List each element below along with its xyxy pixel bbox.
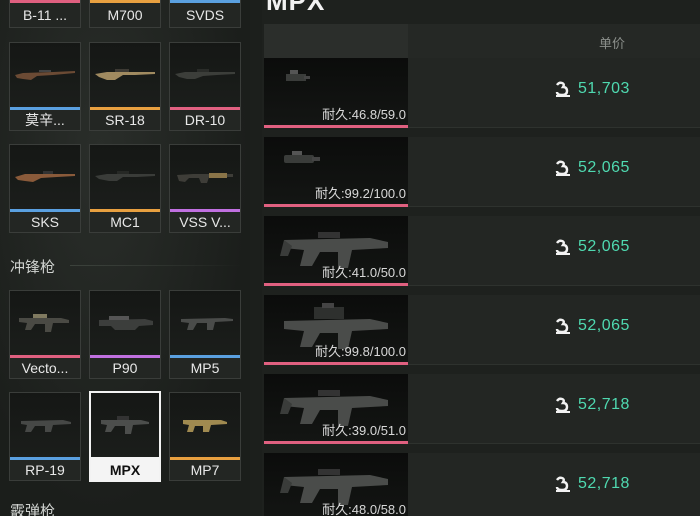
smg-icon	[91, 393, 159, 457]
price-column-header: 单价	[598, 36, 625, 51]
smg-icon	[90, 291, 160, 355]
durability-text: 耐久:48.0/58.0	[322, 502, 406, 516]
weapon-card-label: DR-10	[170, 110, 240, 130]
durability-text: 耐久:39.0/51.0	[322, 423, 406, 438]
smg-icon	[170, 393, 240, 457]
rarity-bar	[264, 362, 408, 365]
category-divider	[70, 265, 242, 266]
listing-thumbnail: 耐久:46.8/59.0	[264, 58, 408, 128]
rifle-icon	[90, 145, 160, 209]
price-amount: 52,065	[578, 238, 630, 255]
currency-coin-icon	[555, 239, 570, 255]
listing-thumbnail: 耐久:39.0/51.0	[264, 374, 408, 444]
listing-thumbnail: 耐久:99.8/100.0	[264, 295, 408, 365]
rarity-bar	[264, 283, 408, 286]
price-amount: 51,703	[578, 80, 630, 97]
weapon-card-m700[interactable]: M700	[89, 0, 161, 28]
durability-text: 耐久:41.0/50.0	[322, 265, 406, 280]
currency-coin-icon	[555, 81, 570, 97]
listing-row[interactable]: 耐久:41.0/50.0 52,065	[264, 216, 700, 286]
weapon-card-p90[interactable]: P90	[89, 290, 161, 379]
weapon-card-label: 莫辛...	[10, 110, 80, 130]
weapon-icon	[278, 143, 328, 178]
weapon-category-panel: B-11 ... M700 SVDS 莫辛... SR-18 DR-10 SKS…	[0, 0, 250, 516]
weapon-icon	[278, 64, 318, 99]
smg-icon	[10, 393, 80, 457]
weapon-card-svds[interactable]: SVDS	[169, 0, 241, 28]
weapon-card-label: M700	[90, 3, 160, 27]
page-title: MPX	[266, 0, 326, 16]
listing-thumbnail: 耐久:48.0/58.0	[264, 453, 408, 516]
listing-row[interactable]: 耐久:48.0/58.0 52,718	[264, 453, 700, 516]
rarity-bar	[264, 125, 408, 128]
listing-price: 52,065	[554, 238, 630, 256]
weapon-card-label: P90	[90, 358, 160, 378]
listing-thumbnail: 耐久:41.0/50.0	[264, 216, 408, 286]
weapon-card-rp19[interactable]: RP-19	[9, 392, 81, 481]
weapon-card-mp5[interactable]: MP5	[169, 290, 241, 379]
rarity-bar	[264, 204, 408, 207]
durability-text: 耐久:99.2/100.0	[314, 186, 406, 201]
weapon-card-label: MP7	[170, 460, 240, 480]
weapon-card-mc1[interactable]: MC1	[89, 144, 161, 233]
listing-row[interactable]: 耐久:99.8/100.0 52,065	[264, 295, 700, 365]
listing-row[interactable]: 耐久:39.0/51.0 52,718	[264, 374, 700, 444]
weapon-card-label: RP-19	[10, 460, 80, 480]
rifle-icon	[10, 43, 80, 107]
weapon-card-sks[interactable]: SKS	[9, 144, 81, 233]
weapon-card-b11[interactable]: B-11 ...	[9, 0, 81, 28]
listing-thumbnail: 耐久:99.2/100.0	[264, 137, 408, 207]
currency-coin-icon	[555, 160, 570, 176]
listing-header: 单价	[264, 24, 700, 58]
durability-text: 耐久:99.8/100.0	[314, 344, 406, 359]
listing-price: 52,718	[554, 475, 630, 493]
durability-text: 耐久:46.8/59.0	[322, 107, 406, 122]
weapon-card-mosin[interactable]: 莫辛...	[9, 42, 81, 131]
weapon-card-label: SVDS	[170, 3, 240, 27]
weapon-card-mpx[interactable]: MPX	[89, 391, 161, 482]
weapon-card-label: MP5	[170, 358, 240, 378]
weapon-card-sr18[interactable]: SR-18	[89, 42, 161, 131]
weapon-card-label: MC1	[90, 212, 160, 232]
rifle-icon	[90, 43, 160, 107]
weapon-card-label: SKS	[10, 212, 80, 232]
weapon-card-label: SR-18	[90, 110, 160, 130]
weapon-card-label: MPX	[91, 460, 159, 480]
currency-coin-icon	[555, 318, 570, 334]
listing-row[interactable]: 耐久:46.8/59.0 51,703	[264, 58, 700, 128]
rarity-bar	[264, 441, 408, 444]
smg-icon	[10, 291, 80, 355]
currency-coin-icon	[555, 397, 570, 413]
weapon-card-label: VSS V...	[170, 212, 240, 232]
weapon-card-vss[interactable]: VSS V...	[169, 144, 241, 233]
listing-row[interactable]: 耐久:99.2/100.0 52,065	[264, 137, 700, 207]
category-label-smg: 冲锋枪	[10, 259, 56, 276]
weapon-card-dr10[interactable]: DR-10	[169, 42, 241, 131]
weapon-card-mp7[interactable]: MP7	[169, 392, 241, 481]
listing-price: 52,065	[554, 159, 630, 177]
weapon-card-label: Vecto...	[10, 358, 80, 378]
price-amount: 52,065	[578, 159, 630, 176]
rifle-icon	[10, 145, 80, 209]
smg-icon	[170, 291, 240, 355]
currency-coin-icon	[555, 476, 570, 492]
rifle-icon	[170, 43, 240, 107]
listing-price: 52,718	[554, 396, 630, 414]
price-amount: 52,718	[578, 475, 630, 492]
listing-price: 51,703	[554, 80, 630, 98]
price-amount: 52,718	[578, 396, 630, 413]
category-label-shotgun: 霰弹枪	[10, 503, 56, 516]
weapon-card-vector[interactable]: Vecto...	[9, 290, 81, 379]
listing-price: 52,065	[554, 317, 630, 335]
weapon-card-label: B-11 ...	[10, 3, 80, 27]
price-amount: 52,065	[578, 317, 630, 334]
rifle-icon	[170, 145, 240, 209]
